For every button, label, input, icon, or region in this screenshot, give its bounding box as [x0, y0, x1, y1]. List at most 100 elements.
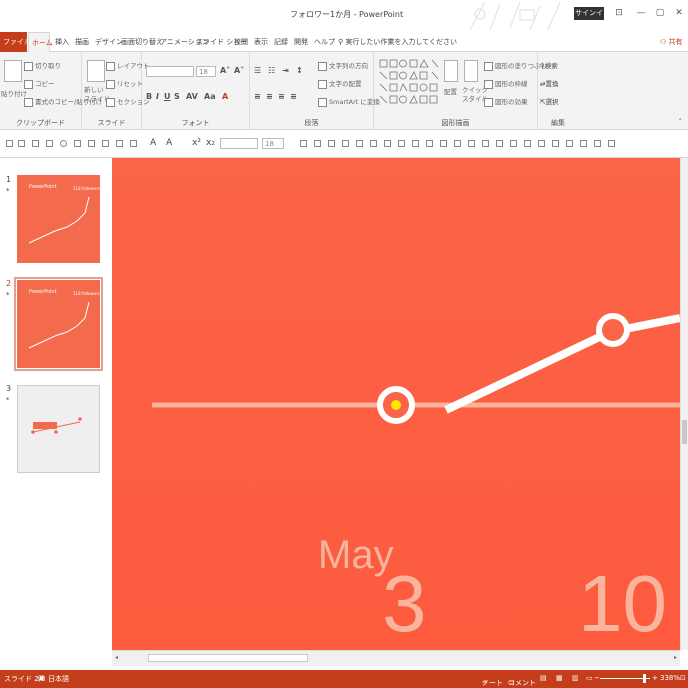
tab-home[interactable]: ホーム: [28, 32, 53, 52]
arrange-icon[interactable]: [444, 60, 458, 82]
qat-icon[interactable]: [356, 140, 363, 147]
slide-thumbnail-3[interactable]: [17, 385, 100, 473]
scroll-left-icon[interactable]: ◂: [115, 654, 118, 661]
qat-icon[interactable]: [116, 140, 123, 147]
reading-view-icon[interactable]: ▥: [572, 674, 579, 682]
font-name-combo[interactable]: [146, 66, 194, 77]
horizontal-scrollbar[interactable]: ◂ ▸: [112, 650, 680, 666]
qat-icon[interactable]: [74, 140, 81, 147]
qat-icon[interactable]: [468, 140, 475, 147]
maximize-button[interactable]: ▢: [651, 6, 669, 20]
qat-icon[interactable]: [440, 140, 447, 147]
zoom-slider-knob[interactable]: [643, 674, 646, 683]
qat-icon[interactable]: [552, 140, 559, 147]
qat-icon[interactable]: [370, 140, 377, 147]
change-case-icon[interactable]: Aa: [204, 92, 216, 101]
qat-icon[interactable]: [566, 140, 573, 147]
quick-styles-icon[interactable]: [464, 60, 478, 82]
new-slide-icon[interactable]: [87, 60, 105, 82]
font-size-a-icon[interactable]: A: [166, 138, 172, 148]
qat-icon[interactable]: [60, 140, 67, 147]
slide-thumbnail-2[interactable]: PowerPoint 118 followers: [14, 277, 103, 371]
decrease-font-icon[interactable]: A˅: [234, 66, 244, 75]
qat-icon[interactable]: [482, 140, 489, 147]
tab-file[interactable]: ファイル: [0, 32, 31, 52]
qat-icon[interactable]: [102, 140, 109, 147]
qat-icon[interactable]: [18, 140, 25, 147]
arrange-button[interactable]: 配置: [444, 86, 457, 96]
qat-icon[interactable]: [412, 140, 419, 147]
tab-draw[interactable]: 描画: [72, 32, 92, 52]
char-spacing-icon[interactable]: AV: [186, 92, 198, 101]
justify-icon[interactable]: ≡: [290, 92, 297, 101]
slideshow-view-icon[interactable]: ▭: [586, 674, 593, 682]
qat-font-combo[interactable]: [220, 138, 258, 149]
numbering-icon[interactable]: ☷: [268, 66, 275, 75]
tell-me-search[interactable]: ⚲ 実行したい作業を入力してください: [338, 32, 457, 52]
paste-icon[interactable]: [4, 60, 22, 82]
strikethrough-icon[interactable]: S: [174, 92, 180, 101]
zoom-out-icon[interactable]: −: [594, 674, 600, 682]
vertical-scrollbar[interactable]: [680, 158, 688, 650]
qat-icon[interactable]: [594, 140, 601, 147]
bold-icon[interactable]: B: [146, 92, 152, 101]
horizontal-scrollbar-thumb[interactable]: [148, 654, 308, 662]
tab-record[interactable]: 記録: [271, 32, 291, 52]
qat-icon[interactable]: [608, 140, 615, 147]
slide-sorter-icon[interactable]: ▦: [556, 674, 563, 682]
qat-icon[interactable]: [496, 140, 503, 147]
qat-icon[interactable]: [328, 140, 335, 147]
underline-icon[interactable]: U: [164, 92, 171, 101]
superscript-icon[interactable]: x²: [192, 138, 201, 148]
spellcheck-icon[interactable]: ▣: [38, 674, 45, 682]
collapse-ribbon-icon[interactable]: ˄: [679, 118, 683, 126]
qat-icon[interactable]: [538, 140, 545, 147]
bullets-icon[interactable]: ☰: [254, 66, 261, 75]
scroll-right-icon[interactable]: ▸: [674, 654, 677, 661]
signin-button[interactable]: サインイン: [574, 7, 604, 30]
replace-button[interactable]: ⇄置換: [540, 78, 558, 88]
zoom-level[interactable]: 338%: [660, 674, 680, 682]
zoom-in-icon[interactable]: +: [652, 674, 658, 682]
qat-icon[interactable]: [32, 140, 39, 147]
italic-icon[interactable]: I: [156, 92, 159, 101]
qat-icon[interactable]: [314, 140, 321, 147]
font-color-a-icon[interactable]: A: [150, 138, 156, 148]
qat-font-size-combo[interactable]: 18: [262, 138, 284, 149]
align-text-button[interactable]: 文字の配置: [318, 78, 362, 89]
language-indicator[interactable]: 日本語: [48, 674, 69, 684]
tab-insert[interactable]: 挿入: [52, 32, 72, 52]
qat-icon[interactable]: [130, 140, 137, 147]
qat-icon[interactable]: [342, 140, 349, 147]
qat-icon[interactable]: [454, 140, 461, 147]
vertical-scrollbar-thumb[interactable]: [682, 420, 687, 444]
qat-icon[interactable]: [398, 140, 405, 147]
share-button[interactable]: ⚇ 共有: [660, 32, 683, 52]
qat-icon[interactable]: [524, 140, 531, 147]
ribbon-display-options-button[interactable]: ⊡: [610, 6, 628, 20]
text-direction-button[interactable]: 文字列の方向: [318, 60, 368, 71]
copy-button[interactable]: コピー: [24, 78, 55, 89]
line-spacing-icon[interactable]: ↕: [296, 66, 303, 75]
fit-slide-icon[interactable]: ⊡: [680, 674, 686, 682]
tab-help[interactable]: ヘルプ: [311, 32, 338, 52]
indent-icon[interactable]: ⇥: [282, 66, 289, 75]
qat-icon[interactable]: [510, 140, 517, 147]
align-center-icon[interactable]: ≡: [266, 92, 273, 101]
reset-button[interactable]: リセット: [106, 78, 143, 89]
subscript-icon[interactable]: x₂: [206, 138, 215, 148]
select-button[interactable]: ⇱選択: [540, 96, 558, 106]
find-button[interactable]: ⚲検索: [540, 60, 558, 70]
close-button[interactable]: ✕: [670, 6, 688, 20]
qat-icon[interactable]: [88, 140, 95, 147]
tab-view[interactable]: 表示: [251, 32, 271, 52]
slide-thumbnail-1[interactable]: PowerPoint 118 followers: [17, 175, 100, 263]
shapes-gallery[interactable]: [378, 58, 442, 104]
normal-view-icon[interactable]: ▤: [540, 674, 547, 682]
shape-effects-button[interactable]: 図形の効果: [484, 96, 528, 107]
qat-icon[interactable]: [384, 140, 391, 147]
font-color-icon[interactable]: A: [222, 92, 228, 101]
qat-icon[interactable]: [6, 140, 13, 147]
align-right-icon[interactable]: ≡: [278, 92, 285, 101]
tab-review[interactable]: 校閲: [231, 32, 251, 52]
